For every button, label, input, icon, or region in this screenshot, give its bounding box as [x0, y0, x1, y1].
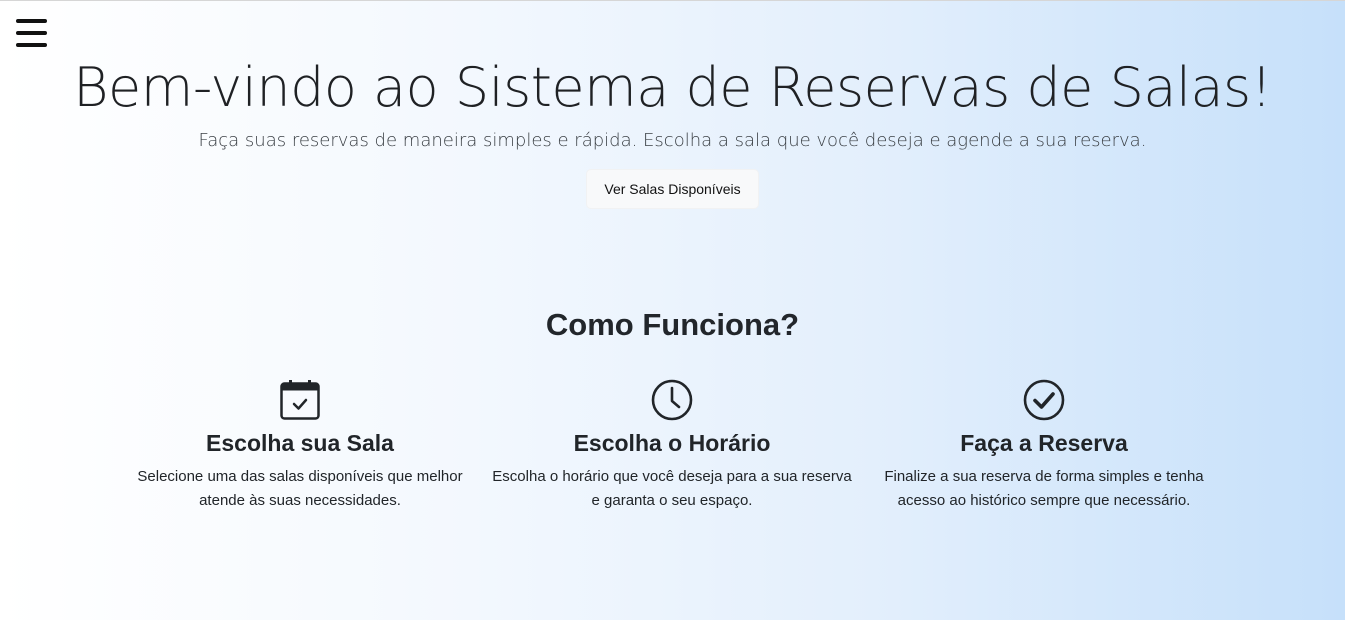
feature-make-reservation: Faça a Reserva Finalize a sua reserva de… — [864, 378, 1224, 513]
features-row: Escolha sua Sala Selecione uma das salas… — [0, 378, 1345, 538]
how-it-works-section: Como Funciona? — [0, 307, 1345, 343]
view-available-rooms-button[interactable]: Ver Salas Disponíveis — [586, 169, 759, 209]
feature-description: Finalize a sua reserva de forma simples … — [884, 468, 1204, 509]
feature-title: Escolha o Horário — [573, 430, 771, 456]
hamburger-icon — [16, 19, 47, 23]
menu-toggle-button[interactable] — [16, 19, 47, 47]
feature-choose-time: Escolha o Horário Escolha o horário que … — [492, 378, 852, 513]
hero-subtitle: Faça suas reservas de maneira simples e … — [198, 130, 1147, 151]
check-circle-icon — [1023, 379, 1065, 421]
clock-icon — [651, 379, 693, 421]
page-title: Bem-vindo ao Sistema de Reservas de Sala… — [73, 56, 1272, 119]
feature-description: Escolha o horário que você deseja para a… — [492, 468, 852, 509]
calendar-check-icon — [280, 380, 320, 420]
feature-description: Selecione uma das salas disponíveis que … — [137, 468, 463, 509]
feature-choose-room: Escolha sua Sala Selecione uma das salas… — [120, 378, 480, 513]
feature-title: Faça a Reserva — [960, 430, 1128, 456]
hero-section: Bem-vindo ao Sistema de Reservas de Sala… — [0, 1, 1345, 209]
feature-title: Escolha sua Sala — [206, 430, 394, 456]
how-it-works-title: Como Funciona? — [545, 307, 800, 342]
